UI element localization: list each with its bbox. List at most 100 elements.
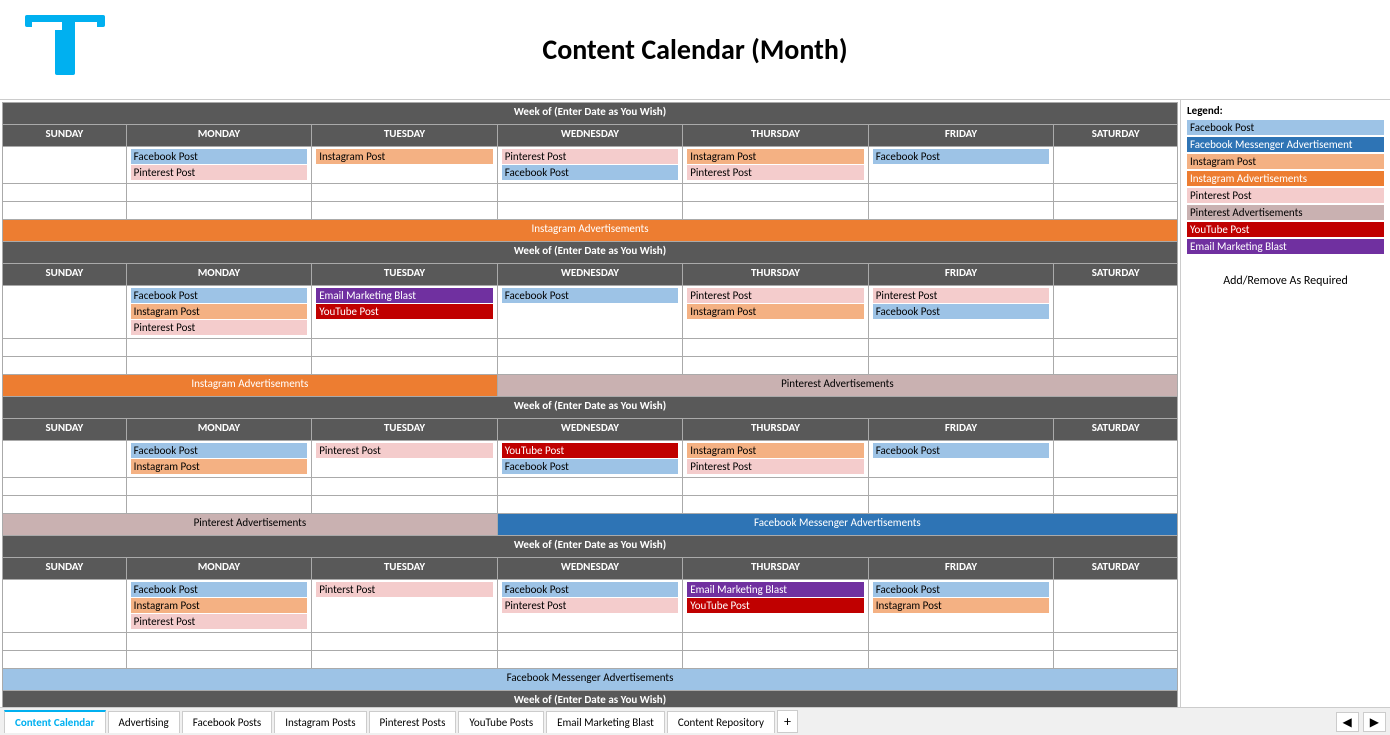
week-header-3: Week of (Enter Date as You Wish)	[3, 397, 1178, 419]
add-remove-note: Add/Remove As Required	[1187, 274, 1384, 288]
w1-mon-fb: Facebook Post	[131, 149, 308, 164]
week3-pin-ad: Pinterest Advertisements	[3, 514, 498, 536]
week3-row3	[3, 496, 1178, 514]
w4-fri-insta: Instagram Post	[873, 598, 1050, 613]
tab-facebook-posts[interactable]: Facebook Posts	[182, 711, 272, 733]
day-headers-3: SUNDAY MONDAY TUESDAY WEDNESDAY THURSDAY…	[3, 419, 1178, 441]
week4-row3	[3, 651, 1178, 669]
week2-insta-ad: Instagram Advertisements	[3, 375, 498, 397]
tuesday-header: TUESDAY	[312, 125, 498, 147]
w2-mon-header: MONDAY	[126, 264, 312, 286]
w3-mon-fb: Facebook Post	[131, 443, 308, 458]
week3-row1: Facebook Post Instagram Post Pinterest P…	[3, 441, 1178, 478]
w3-thu-pin: Pinterest Post	[687, 459, 864, 474]
w3-mon-insta: Instagram Post	[131, 459, 308, 474]
week2-row1: Facebook Post Instagram Post Pinterest P…	[3, 286, 1178, 339]
week1-span: Instagram Advertisements	[3, 220, 1178, 242]
w2-fri-fb: Facebook Post	[873, 304, 1050, 319]
w4-tue-pin: Pinterst Post	[316, 582, 493, 597]
week1-row1: Facebook Post Pinterest Post Instagram P…	[3, 147, 1178, 184]
legend-fb-messenger: Facebook Messenger Advertisement	[1187, 137, 1384, 152]
week1-instagram-ad: Instagram Advertisements	[3, 220, 1178, 242]
week3-span: Pinterest Advertisements Facebook Messen…	[3, 514, 1178, 536]
week2-pin-ad: Pinterest Advertisements	[497, 375, 1177, 397]
tab-nav: ◀ ▶	[1336, 712, 1386, 732]
legend-pinterest-ad: Pinterest Advertisements	[1187, 205, 1384, 220]
w2-thu-insta: Instagram Post	[687, 304, 864, 319]
w4-thu-yt: YouTube Post	[687, 598, 864, 613]
week1-row3	[3, 202, 1178, 220]
tab-youtube-posts[interactable]: YouTube Posts	[458, 711, 544, 733]
sunday-header: SUNDAY	[3, 125, 127, 147]
w1-fri-fb: Facebook Post	[873, 149, 1050, 164]
w2-sun-header: SUNDAY	[3, 264, 127, 286]
week2-span: Instagram Advertisements Pinterest Adver…	[3, 375, 1178, 397]
tab-email-marketing[interactable]: Email Marketing Blast	[546, 711, 665, 733]
thursday-header: THURSDAY	[683, 125, 869, 147]
calendar-table: Week of (Enter Date as You Wish) SUNDAY …	[2, 102, 1178, 707]
w2-fri-header: FRIDAY	[868, 264, 1054, 286]
w3-tue-pin: Pinterest Post	[316, 443, 493, 458]
calendar-area[interactable]: Week of (Enter Date as You Wish) SUNDAY …	[0, 100, 1180, 707]
w2-fri-pin: Pinterest Post	[873, 288, 1050, 303]
legend-title: Legend:	[1187, 104, 1384, 117]
legend-instagram-post: Instagram Post	[1187, 154, 1384, 169]
tab-nav-left[interactable]: ◀	[1336, 712, 1359, 732]
w2-mon-fb: Facebook Post	[131, 288, 308, 303]
week4-fb-messenger-ad: Facebook Messenger Advertisements	[3, 669, 1178, 691]
monday-header: MONDAY	[126, 125, 312, 147]
day-headers-2: SUNDAY MONDAY TUESDAY WEDNESDAY THURSDAY…	[3, 264, 1178, 286]
week4-row1: Facebook Post Instagram Post Pinterest P…	[3, 580, 1178, 633]
w1-mon-pin: Pinterest Post	[131, 165, 308, 180]
w2-tue-email: Email Marketing Blast	[316, 288, 493, 303]
tab-nav-right[interactable]: ▶	[1363, 712, 1386, 732]
w2-tue-yt: YouTube Post	[316, 304, 493, 319]
w4-mon-pin: Pinterest Post	[131, 614, 308, 629]
w4-wed-fb: Facebook Post	[502, 582, 679, 597]
w3-wed-yt: YouTube Post	[502, 443, 679, 458]
week-header-5: Week of (Enter Date as You Wish)	[3, 691, 1178, 708]
w2-thu-header: THURSDAY	[683, 264, 869, 286]
week2-row2	[3, 339, 1178, 357]
w2-mon-pin: Pinterest Post	[131, 320, 308, 335]
w1-thu-pin: Pinterest Post	[687, 165, 864, 180]
tab-pinterest-posts[interactable]: Pinterest Posts	[369, 711, 457, 733]
wednesday-header: WEDNESDAY	[497, 125, 683, 147]
week3-fb-messenger-ad: Facebook Messenger Advertisements	[497, 514, 1177, 536]
friday-header: FRIDAY	[868, 125, 1054, 147]
tab-add-button[interactable]: +	[777, 710, 798, 733]
w2-tue-header: TUESDAY	[312, 264, 498, 286]
tab-instagram-posts[interactable]: Instagram Posts	[274, 711, 366, 733]
tab-content-repository[interactable]: Content Repository	[667, 711, 775, 733]
legend-instagram-ad: Instagram Advertisements	[1187, 171, 1384, 186]
week-header-2: Week of (Enter Date as You Wish)	[3, 242, 1178, 264]
logo	[20, 10, 110, 90]
week-header-1: Week of (Enter Date as You Wish)	[3, 103, 1178, 125]
w3-thu-insta: Instagram Post	[687, 443, 864, 458]
w1-wed-fb: Facebook Post	[502, 165, 679, 180]
w4-mon-insta: Instagram Post	[131, 598, 308, 613]
day-headers-1: SUNDAY MONDAY TUESDAY WEDNESDAY THURSDAY…	[3, 125, 1178, 147]
day-headers-4: SUNDAY MONDAY TUESDAY WEDNESDAY THURSDAY…	[3, 558, 1178, 580]
w4-wed-pin: Pinterest Post	[502, 598, 679, 613]
legend-fb-post: Facebook Post	[1187, 120, 1384, 135]
saturday-header: SATURDAY	[1054, 125, 1178, 147]
w4-mon-fb: Facebook Post	[131, 582, 308, 597]
legend-pinterest-post: Pinterest Post	[1187, 188, 1384, 203]
w1-wed-pin: Pinterest Post	[502, 149, 679, 164]
week-header-4: Week of (Enter Date as You Wish)	[3, 536, 1178, 558]
w2-wed-header: WEDNESDAY	[497, 264, 683, 286]
w4-fri-fb: Facebook Post	[873, 582, 1050, 597]
app-window: Content Calendar (Month) Week of (Enter …	[0, 0, 1390, 735]
w3-fri-fb: Facebook Post	[873, 443, 1050, 458]
tab-content-calendar[interactable]: Content Calendar	[4, 710, 106, 733]
week4-row2	[3, 633, 1178, 651]
legend-youtube-post: YouTube Post	[1187, 222, 1384, 237]
tab-bar: Content Calendar Advertising Facebook Po…	[0, 707, 1390, 735]
w2-wed-fb: Facebook Post	[502, 288, 679, 303]
week3-row2	[3, 478, 1178, 496]
tab-advertising[interactable]: Advertising	[108, 711, 180, 733]
w2-sat-header: SATURDAY	[1054, 264, 1178, 286]
w2-thu-pin: Pinterest Post	[687, 288, 864, 303]
w3-wed-fb: Facebook Post	[502, 459, 679, 474]
